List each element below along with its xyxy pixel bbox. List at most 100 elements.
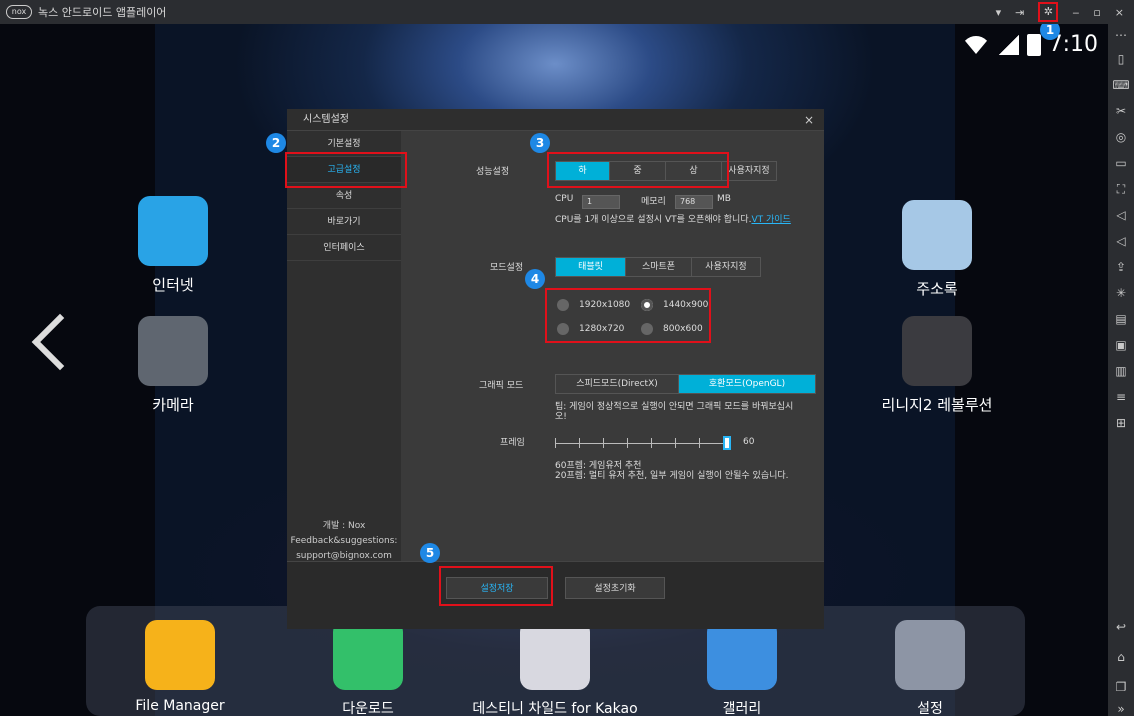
settings-icon <box>895 620 965 690</box>
screen-icon[interactable]: ▭ <box>1108 156 1134 170</box>
sync-icon[interactable]: ▥ <box>1108 364 1134 378</box>
lineage-icon <box>902 316 972 386</box>
camera-icon <box>138 316 208 386</box>
location-icon[interactable]: ◎ <box>1108 130 1134 144</box>
back-arrow-icon[interactable] <box>31 313 89 371</box>
dock-label: 갤러리 <box>722 701 762 716</box>
app-contacts[interactable]: 주소록 <box>877 200 997 299</box>
app-title: 녹스 안드로이드 앱플레이어 <box>38 6 167 19</box>
cpu-label: CPU <box>555 194 574 204</box>
keyboard-icon[interactable]: ⌨ <box>1108 78 1134 92</box>
highlight-save <box>439 566 553 606</box>
recent-apps-icon[interactable]: ❐ <box>1108 680 1134 694</box>
signal-icon <box>998 34 1019 55</box>
slider-tick <box>603 438 604 448</box>
slider-tick <box>651 438 652 448</box>
dock-gallery[interactable]: 갤러리 <box>682 620 802 716</box>
home-icon[interactable]: ⌂ <box>1108 650 1134 664</box>
menu-icon[interactable]: ≡ <box>1108 390 1134 404</box>
frame-note-line: 20프렘: 멀티 유저 추천, 일부 게임이 실행이 안될수 있습니다. <box>555 471 789 481</box>
dock-file-manager[interactable]: File Manager <box>120 620 240 714</box>
multi-icon[interactable]: ▤ <box>1108 312 1134 326</box>
window-controls: ▾ ⇥ ✲ ‒ ▫ × <box>996 0 1124 24</box>
close-icon[interactable]: × <box>1115 6 1124 19</box>
graphics-opengl[interactable]: 호환모드(OpenGL) <box>679 375 815 393</box>
expand-icon[interactable]: » <box>1108 702 1134 716</box>
slider-tick <box>627 438 628 448</box>
graphics-selector: 스피드모드(DirectX) 호환모드(OpenGL) <box>555 374 816 394</box>
mode-selector: 태블릿 스마트폰 사용자지정 <box>555 257 761 277</box>
mode-smartphone[interactable]: 스마트폰 <box>626 258 692 276</box>
dev-line: Feedback&suggestions: <box>290 536 398 546</box>
slider-knob[interactable] <box>723 436 731 450</box>
scissors-icon[interactable]: ✂ <box>1108 104 1134 118</box>
gallery-icon <box>707 620 777 690</box>
slider-tick <box>699 438 700 448</box>
nox-app-icon <box>520 620 590 690</box>
add-icon[interactable]: ⊞ <box>1108 416 1134 430</box>
folder-icon <box>145 620 215 690</box>
cpu-note-text: CPU를 1개 이상으로 설정시 VT를 오픈해야 합니다. <box>555 215 752 225</box>
step-badge-5: 5 <box>420 543 440 563</box>
reset-button[interactable]: 설정초기화 <box>565 577 665 599</box>
app-label: 주소록 <box>916 280 958 298</box>
dock-label: 다운로드 <box>342 701 394 716</box>
step-badge-3: 3 <box>530 133 550 153</box>
step-badge-4: 4 <box>525 269 545 289</box>
minimize-icon[interactable]: ‒ <box>1072 6 1079 19</box>
loading-icon[interactable]: ✳ <box>1108 286 1134 300</box>
frame-label: 프레임 <box>500 438 525 448</box>
perf-label: 성능설정 <box>476 167 510 177</box>
android-screen: 7:10 인터넷 카메라 주소록 리니지2 레볼루션 File Manager <box>0 24 1108 716</box>
frame-slider[interactable] <box>555 436 731 450</box>
volume-down-icon[interactable]: ◁ <box>1108 234 1134 248</box>
dock-download[interactable]: 다운로드 <box>308 620 428 716</box>
app-label: 카메라 <box>152 396 194 414</box>
more-icon[interactable]: ⋯ <box>1108 28 1134 42</box>
perf-custom[interactable]: 사용자지정 <box>722 162 776 180</box>
app-camera[interactable]: 카메라 <box>113 316 233 415</box>
recorder-icon[interactable]: ▣ <box>1108 338 1134 352</box>
shake-icon[interactable]: ▯ <box>1108 52 1134 66</box>
pin-icon[interactable]: ⇥ <box>1015 6 1024 19</box>
volume-up-icon[interactable]: ◁ <box>1108 208 1134 222</box>
nav-interface[interactable]: 인터페이스 <box>287 235 401 261</box>
nox-sidebar: ⋯ ▯ ⌨ ✂ ◎ ▭ ⛶ ◁ ◁ ⇪ ✳ ▤ ▣ ▥ ≡ ⊞ ↩ ⌂ ❐ » <box>1108 24 1134 716</box>
highlight-resolution <box>545 288 711 343</box>
internet-icon <box>138 196 208 266</box>
highlight-performance <box>547 152 729 188</box>
nox-logo: nox <box>6 5 32 19</box>
status-bar: 7:10 <box>960 32 1098 57</box>
nav-shortcuts[interactable]: 바로가기 <box>287 209 401 235</box>
wifi-icon <box>960 35 991 54</box>
developer-info: 개발 : Nox Feedback&suggestions: support@b… <box>287 519 401 564</box>
step-badge-2: 2 <box>266 133 286 153</box>
mode-custom[interactable]: 사용자지정 <box>692 258 760 276</box>
highlight-advanced <box>285 152 407 188</box>
app-lineage[interactable]: 리니지2 레볼루션 <box>862 316 1012 415</box>
maximize-icon[interactable]: ▫ <box>1093 6 1100 19</box>
fullscreen-icon[interactable]: ⛶ <box>1108 182 1134 197</box>
settings-gear-icon[interactable]: ✲ <box>1038 2 1059 22</box>
dock-label: 설정 <box>917 701 943 716</box>
graphics-tip: 팁: 게임이 정상적으로 실행이 안되면 그래픽 모드를 바꿔보십시오! <box>555 402 794 422</box>
dock-settings[interactable]: 설정 <box>870 620 990 716</box>
install-apk-icon[interactable]: ⇪ <box>1108 260 1134 274</box>
memory-unit: MB <box>717 194 731 204</box>
cpu-input[interactable]: 1 <box>582 195 620 209</box>
graphics-directx[interactable]: 스피드모드(DirectX) <box>556 375 679 393</box>
title-bar: nox 녹스 안드로이드 앱플레이어 ▾ ⇥ ✲ ‒ ▫ × <box>0 0 1134 24</box>
memory-input[interactable]: 768 <box>675 195 713 209</box>
dock-destiny-child[interactable]: 데스티니 차일드 for Kakao <box>470 620 640 716</box>
frame-value: 60 <box>743 437 755 447</box>
contacts-icon <box>902 200 972 270</box>
dialog-close-icon[interactable]: × <box>804 113 814 127</box>
mode-tablet[interactable]: 태블릿 <box>556 258 626 276</box>
nox-window: nox 녹스 안드로이드 앱플레이어 ▾ ⇥ ✲ ‒ ▫ × 7:10 인터넷 … <box>0 0 1134 716</box>
vt-guide-link[interactable]: VT 가이드 <box>751 215 790 225</box>
chevron-down-icon[interactable]: ▾ <box>996 6 1002 19</box>
cpu-note: CPU를 1개 이상으로 설정시 VT를 오픈해야 합니다.VT 가이드 <box>555 215 815 226</box>
back-icon[interactable]: ↩ <box>1108 620 1134 634</box>
memory-label: 메모리 <box>641 197 666 207</box>
app-internet[interactable]: 인터넷 <box>113 196 233 295</box>
